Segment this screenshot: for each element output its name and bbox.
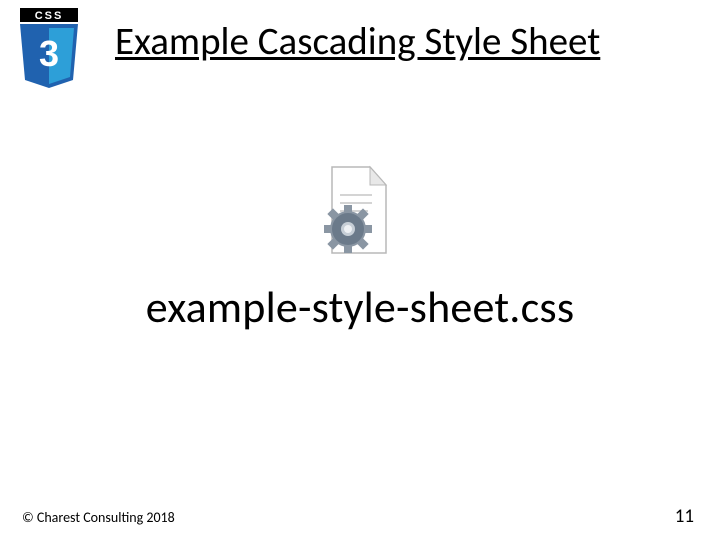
svg-text:3: 3 xyxy=(39,33,59,74)
css3-logo-icon: CSS 3 xyxy=(14,8,84,90)
page-number: 11 xyxy=(675,505,694,528)
svg-text:CSS: CSS xyxy=(35,10,64,22)
footer-copyright: © Charest Consulting 2018 xyxy=(22,509,175,526)
file-name-label: example-style-sheet.css xyxy=(0,280,720,334)
css-file-icon xyxy=(322,165,394,257)
page-title: Example Cascading Style Sheet xyxy=(115,18,600,65)
